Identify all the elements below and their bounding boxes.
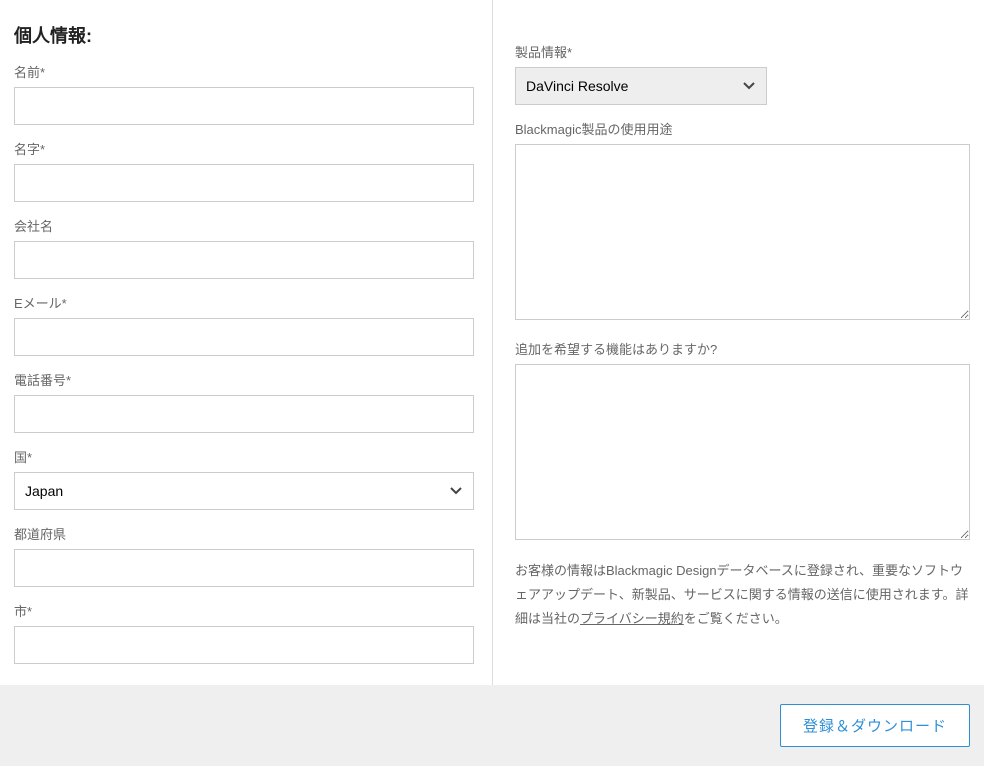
usage-label: Blackmagic製品の使用用途	[515, 119, 970, 138]
country-select[interactable]: Japan	[14, 472, 474, 510]
first-name-label: 名前*	[14, 62, 474, 81]
email-input[interactable]	[14, 318, 474, 356]
first-name-input[interactable]	[14, 87, 474, 125]
last-name-label: 名字*	[14, 139, 474, 158]
city-label: 市*	[14, 601, 474, 620]
product-select[interactable]: DaVinci Resolve	[515, 67, 767, 105]
usage-textarea[interactable]	[515, 144, 970, 320]
features-textarea[interactable]	[515, 364, 970, 540]
country-label: 国*	[14, 447, 474, 466]
register-download-button[interactable]: 登録＆ダウンロード	[780, 704, 970, 747]
privacy-text: お客様の情報はBlackmagic Designデータベースに登録され、重要なソ…	[515, 559, 970, 631]
company-label: 会社名	[14, 216, 474, 235]
privacy-policy-link[interactable]: プライバシー規約	[580, 611, 684, 626]
privacy-text-part2: をご覧ください。	[684, 611, 788, 626]
email-label: Eメール*	[14, 293, 474, 312]
company-input[interactable]	[14, 241, 474, 279]
state-input[interactable]	[14, 549, 474, 587]
state-label: 都道府県	[14, 524, 474, 543]
footer-bar: 登録＆ダウンロード	[0, 685, 984, 766]
section-title: 個人情報:	[14, 22, 474, 48]
features-label: 追加を希望する機能はありますか?	[515, 339, 970, 358]
last-name-input[interactable]	[14, 164, 474, 202]
phone-input[interactable]	[14, 395, 474, 433]
phone-label: 電話番号*	[14, 370, 474, 389]
city-input[interactable]	[14, 626, 474, 664]
product-label: 製品情報*	[515, 42, 970, 61]
